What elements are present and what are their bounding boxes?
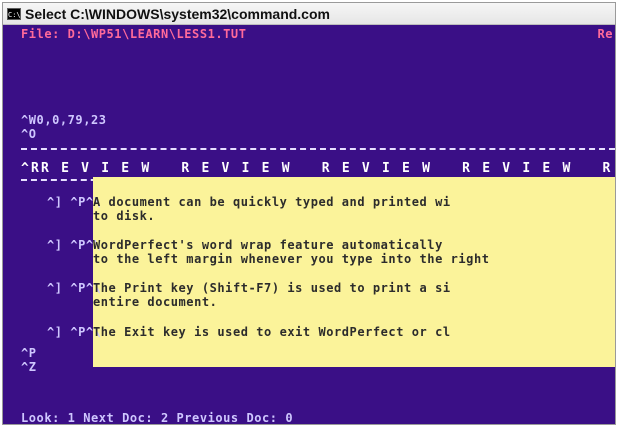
- tail-code-2: ^Z: [21, 360, 37, 374]
- review-item: ^] ^P^\ The Print key (Shift-F7) is used…: [47, 281, 607, 315]
- top-dashed-rule: [21, 148, 615, 150]
- title-bar[interactable]: C:\ Select C:\WINDOWS\system32\command.c…: [3, 3, 615, 25]
- review-item-line2: entire document.: [93, 295, 218, 309]
- review-banner: ^RR E V I E W R E V I E W R E V I E W R …: [21, 161, 615, 176]
- review-item: ^] ^P^\ A document can be quickly typed …: [47, 195, 607, 229]
- review-item: ^] ^P^\ The Exit key is used to exit Wor…: [47, 325, 607, 359]
- status-footer: Look: 1 Next Doc: 2 Previous Doc: 0: [21, 411, 294, 425]
- file-path-line: File: D:\WP51\LEARN\LESS1.TUT: [21, 27, 247, 41]
- command-window: C:\ Select C:\WINDOWS\system32\command.c…: [2, 2, 616, 425]
- console-screen[interactable]: File: D:\WP51\LEARN\LESS1.TUT Re ^W0,0,7…: [3, 25, 615, 425]
- window-title: Select C:\WINDOWS\system32\command.com: [25, 5, 330, 22]
- code-line-1: ^W0,0,79,23: [21, 113, 107, 127]
- review-item-line1: WordPerfect's word wrap feature automati…: [93, 238, 443, 252]
- review-item-line2: to the left margin whenever you type int…: [93, 252, 490, 266]
- review-item-line1: The Print key (Shift-F7) is used to prin…: [93, 281, 451, 295]
- review-item-line1: A document can be quickly typed and prin…: [93, 195, 451, 209]
- tail-code-1: ^P: [21, 346, 37, 360]
- terminal-icon: C:\: [7, 7, 21, 20]
- file-line-right-text: Re: [597, 27, 613, 41]
- code-line-2: ^O: [21, 127, 37, 141]
- review-item: ^] ^P^\ WordPerfect's word wrap feature …: [47, 238, 607, 272]
- review-item-line1: The Exit key is used to exit WordPerfect…: [93, 325, 451, 339]
- review-item-line2: to disk.: [93, 209, 156, 223]
